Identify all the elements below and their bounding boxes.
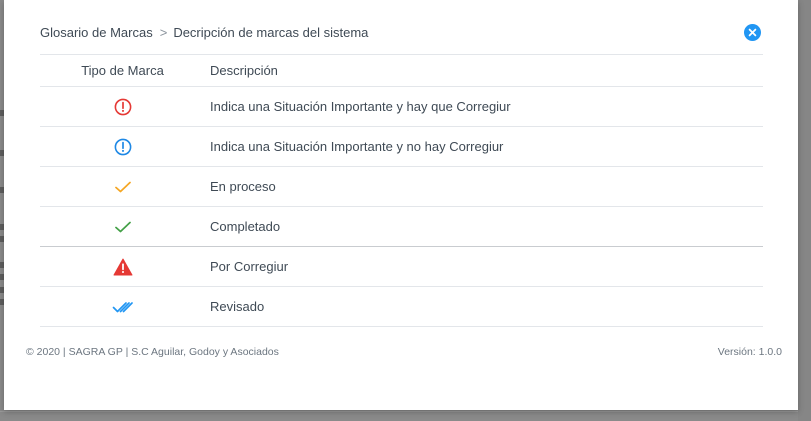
table-header: Tipo de Marca Descripción [40,55,763,87]
close-icon [748,28,757,37]
breadcrumb-root[interactable]: Glosario de Marcas [40,25,153,40]
background-panel [798,0,811,421]
row-description: Indica una Situación Importante y no hay… [210,139,504,154]
exclamation-circle-blue-icon [114,138,132,156]
row-description: Indica una Situación Importante y hay qu… [210,99,511,114]
glossary-modal: Glosario de Marcas > Decripción de marca… [4,0,798,410]
table-row: Completado [40,207,763,247]
double-check-blue-icon [112,300,134,314]
marks-table: Tipo de Marca Descripción Indica una Sit… [40,55,763,327]
breadcrumb-current: Decripción de marcas del sistema [173,25,369,40]
table-row: Revisado [40,287,763,327]
exclamation-circle-red-icon [114,98,132,116]
row-description: En proceso [210,179,276,194]
row-description: Por Corregiur [210,259,289,274]
header-description: Descripción [210,63,278,78]
row-description: Revisado [210,299,265,314]
version-text: Versión: 1.0.0 [717,346,782,358]
table-row: Indica una Situación Importante y no hay… [40,127,763,167]
table-row: Por Corregiur [40,247,763,287]
close-button[interactable] [744,24,761,41]
copyright-text: © 2020 | SAGRA GP | S.C Aguilar, Godoy y… [26,346,279,358]
check-orange-icon [114,180,132,194]
table-row: En proceso [40,167,763,207]
table-row: Indica una Situación Importante y hay qu… [40,87,763,127]
row-description: Completado [210,219,281,234]
modal-header: Glosario de Marcas > Decripción de marca… [40,22,763,55]
check-green-icon [114,220,132,234]
breadcrumb-separator: > [159,25,168,40]
background-divider [0,411,811,412]
warning-triangle-red-icon [113,258,133,276]
modal-footer: © 2020 | SAGRA GP | S.C Aguilar, Godoy y… [26,346,782,362]
header-type: Tipo de Marca [81,63,164,78]
breadcrumb: Glosario de Marcas > Decripción de marca… [40,25,368,40]
